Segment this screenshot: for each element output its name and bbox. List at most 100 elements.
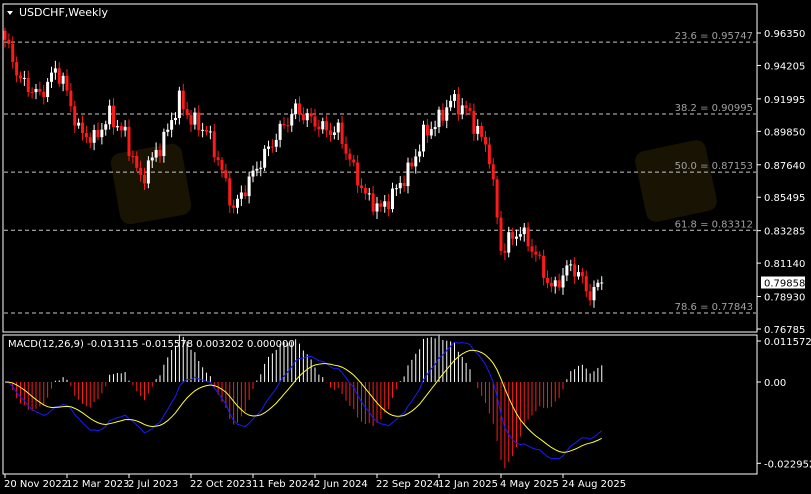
candle (96, 122, 100, 141)
macd-axis-label: 0.011572 (764, 337, 811, 348)
fib-level-label: 23.6 = 0.95747 (675, 31, 753, 42)
candle (348, 148, 352, 167)
candle (549, 276, 553, 293)
candle (360, 178, 363, 193)
time-label: 11 Feb 2024 (252, 479, 314, 490)
candle (526, 222, 530, 252)
candle (185, 101, 189, 120)
macd-indicator (4, 335, 603, 469)
price-label: 0.81140 (764, 259, 805, 270)
candle (491, 158, 495, 187)
time-axis: 20 Nov 202212 Mar 20232 Jul 2023 22 Oct 2… (4, 474, 626, 490)
candle (50, 66, 53, 88)
candle (453, 90, 456, 108)
candle (69, 83, 73, 113)
candle (42, 84, 46, 105)
candle (201, 122, 205, 138)
candle (208, 125, 212, 140)
fib-level-label: 38.2 = 0.90995 (675, 103, 753, 114)
candle (375, 196, 379, 220)
candle (205, 125, 208, 136)
candle (546, 270, 549, 289)
price-label: 0.78930 (764, 293, 805, 304)
candle (565, 260, 569, 282)
time-label: 12 Jan 2025 (438, 479, 498, 490)
candle (449, 95, 453, 112)
candle (414, 149, 418, 174)
price-label: 0.94205 (764, 61, 805, 72)
symbol-header[interactable]: USDCHF,Weekly (7, 6, 108, 19)
time-label: 12 Mar 2023 (66, 479, 129, 490)
candle (313, 108, 317, 132)
candle (170, 112, 174, 138)
candle (503, 243, 507, 261)
candle (26, 70, 30, 97)
candle (305, 108, 309, 128)
candle (499, 210, 503, 256)
candle (569, 259, 573, 272)
candle (367, 187, 371, 201)
chart-window: 23.6 = 0.95747 38.2 = 0.90995 50.0 = 0.871… (2, 3, 811, 490)
candle (104, 120, 108, 136)
candle (406, 157, 410, 194)
candle (301, 107, 305, 125)
candle (391, 182, 394, 213)
candle (553, 276, 557, 294)
price-label: 0.91995 (764, 95, 805, 106)
time-label: 22 Oct 2023 (190, 479, 252, 490)
macd-axis: 0.011572 0.00 -0.022952 (757, 337, 811, 470)
candle (146, 156, 150, 189)
candle (530, 238, 534, 258)
candle (123, 120, 127, 137)
candle (286, 117, 290, 133)
candle (433, 120, 437, 137)
candle (57, 62, 61, 88)
candle (402, 175, 406, 192)
candle (34, 84, 38, 100)
candle (38, 81, 42, 96)
candle (580, 267, 584, 284)
candle (352, 155, 356, 167)
price-label: 0.76785 (764, 325, 805, 336)
candle (410, 157, 414, 170)
candle (332, 126, 336, 140)
candle (429, 121, 433, 139)
candle (356, 155, 360, 193)
price-label: 0.83285 (764, 227, 805, 238)
candle (77, 118, 81, 129)
symbol-timeframe-label: USDCHF,Weekly (19, 6, 108, 19)
candle (573, 257, 577, 284)
candle (166, 123, 170, 137)
candle (270, 138, 274, 153)
time-label: 4 May 2025 (500, 479, 559, 490)
candle (212, 123, 216, 163)
candle (425, 119, 429, 143)
candle (278, 120, 282, 148)
time-label: 2 Jun 2024 (314, 479, 368, 490)
candle (290, 108, 294, 132)
candle (243, 185, 247, 200)
candle (267, 140, 270, 157)
candle (394, 184, 398, 196)
candle (317, 119, 321, 137)
candle (189, 110, 193, 133)
candle (476, 119, 480, 141)
price-label: 0.96350 (764, 29, 805, 40)
candle (325, 115, 329, 138)
candle (30, 87, 34, 99)
candle (15, 56, 19, 83)
candle (460, 98, 464, 120)
candle (522, 223, 526, 242)
dropdown-triangle-icon[interactable] (7, 11, 13, 15)
candle (584, 270, 588, 298)
fib-level-label: 61.8 = 0.83312 (675, 219, 753, 230)
candle (472, 103, 476, 141)
price-label: 0.87640 (764, 161, 805, 172)
candle (255, 161, 259, 177)
candle (340, 115, 344, 149)
candle (363, 183, 367, 200)
candle (600, 276, 604, 290)
candle (228, 170, 232, 213)
candle (468, 103, 472, 115)
time-label: 24 Aug 2025 (562, 479, 626, 490)
